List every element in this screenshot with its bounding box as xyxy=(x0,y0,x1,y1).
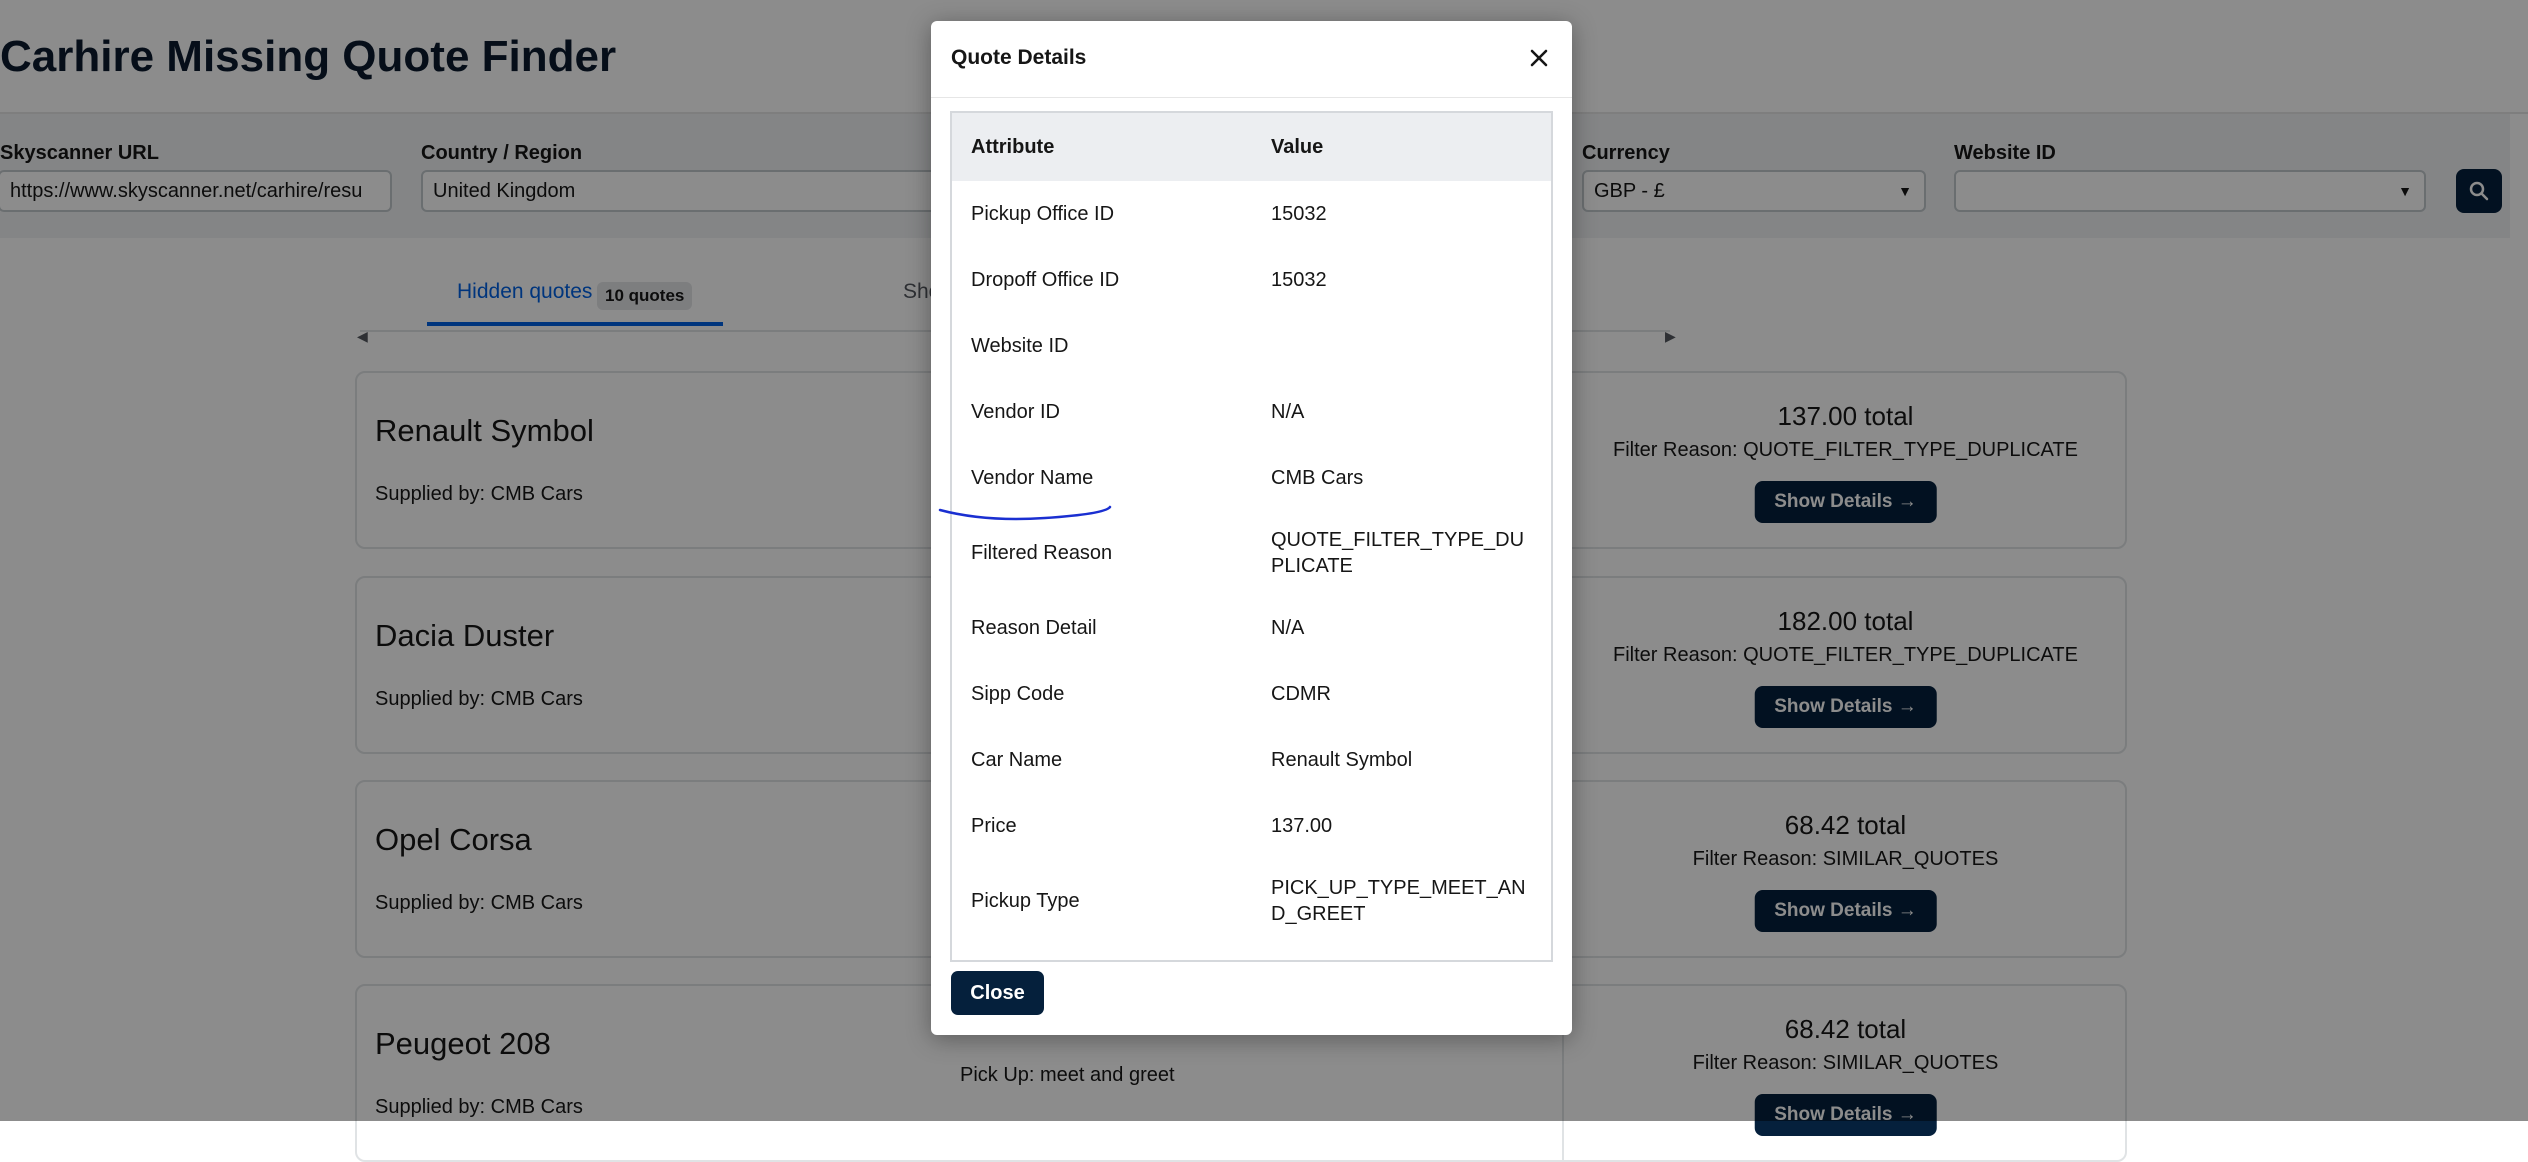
details-table: Attribute Value Pickup Office ID 15032 D… xyxy=(952,113,1551,943)
header-value: Value xyxy=(1252,113,1551,181)
table-row: Reason Detail N/A xyxy=(952,595,1551,661)
attribute-cell: Reason Detail xyxy=(971,617,1097,639)
table-row: Website ID xyxy=(952,313,1551,379)
attribute-cell: Dropoff Office ID xyxy=(971,269,1120,291)
attribute-cell: Sipp Code xyxy=(971,683,1065,705)
value-cell: PICK_UP_TYPE_MEET_AND_GREET xyxy=(1271,877,1526,925)
table-header-row: Attribute Value xyxy=(952,113,1551,181)
attribute-cell: Pickup Type xyxy=(971,890,1080,912)
value-cell: Renault Symbol xyxy=(1271,749,1413,771)
table-row: Pickup Office ID 15032 xyxy=(952,181,1551,247)
value-cell: 15032 xyxy=(1271,269,1327,291)
attribute-cell: Vendor ID xyxy=(971,401,1060,423)
attribute-cell: Website ID xyxy=(971,335,1069,357)
table-row: Pickup Type PICK_UP_TYPE_MEET_AND_GREET xyxy=(952,859,1551,943)
value-cell: 137.00 xyxy=(1271,815,1333,837)
attribute-cell: Pickup Office ID xyxy=(971,203,1115,225)
value-cell: N/A xyxy=(1271,401,1305,423)
quote-details-modal: Quote Details Attribute Value Pickup Off… xyxy=(931,21,1572,1035)
close-modal-button[interactable] xyxy=(1524,43,1554,73)
table-row: Car Name Renault Symbol xyxy=(952,727,1551,793)
value-cell: CDMR xyxy=(1271,683,1331,705)
attribute-cell: Price xyxy=(971,815,1017,837)
table-row: Sipp Code CDMR xyxy=(952,661,1551,727)
header-attribute: Attribute xyxy=(952,113,1252,181)
details-table-container[interactable]: Attribute Value Pickup Office ID 15032 D… xyxy=(950,111,1553,962)
value-cell: QUOTE_FILTER_TYPE_DUPLICATE xyxy=(1271,529,1525,577)
table-row: Dropoff Office ID 15032 xyxy=(952,247,1551,313)
close-button[interactable]: Close xyxy=(951,971,1044,1015)
table-row: Price 137.00 xyxy=(952,793,1551,859)
attribute-cell: Car Name xyxy=(971,749,1063,771)
modal-title: Quote Details xyxy=(951,46,1087,69)
handwritten-underline-mark xyxy=(938,505,1112,521)
modal-header-divider xyxy=(931,97,1572,98)
table-row: Vendor ID N/A xyxy=(952,379,1551,445)
value-cell xyxy=(1252,313,1551,379)
value-cell: N/A xyxy=(1271,617,1305,639)
value-cell: CMB Cars xyxy=(1271,467,1364,489)
value-cell: 15032 xyxy=(1271,203,1327,225)
close-icon xyxy=(1530,49,1548,67)
